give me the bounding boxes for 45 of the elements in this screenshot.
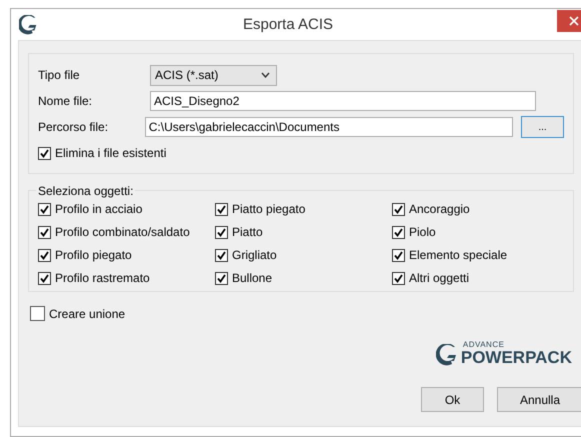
checkbox-label: Profilo rastremato [55,271,150,285]
checkbox[interactable] [215,202,228,216]
checkbox-label: Piatto [232,225,263,239]
checkbox-label: Altri oggetti [409,271,470,285]
checkbox[interactable] [38,146,51,160]
field-label: Nome file: [38,94,94,108]
checkbox-label: Ancoraggio [409,202,470,216]
chevron-down-icon [261,72,270,78]
checkbox-label: Piatto piegato [232,202,306,216]
checkbox[interactable] [30,306,45,321]
file-name-field[interactable]: ACIS_Disegno2 [150,91,536,111]
checkbox-label: Bullone [232,271,272,285]
file-path-field[interactable]: C:\Users\gabrielecaccin\Documents [144,117,514,137]
checkbox-label: Grigliato [232,248,277,262]
checkbox[interactable] [38,248,51,262]
checkbox[interactable] [215,226,228,238]
group-title: Seleziona oggetti: [36,184,136,198]
field-label: Tipo file [38,68,81,82]
close-icon [568,16,578,26]
close-button[interactable] [557,10,581,32]
checkbox[interactable] [38,202,51,216]
checkbox-label: Elimina i file esistenti [55,146,166,160]
dialog-button[interactable]: Ok [421,387,484,412]
checkbox[interactable] [392,272,405,284]
checkbox[interactable] [38,272,51,284]
checkbox-label: Profilo combinato/saldato [55,225,190,239]
file-type-dropdown[interactable]: ACIS (*.sat) [150,64,277,86]
checkbox-label: Creare unione [49,306,126,320]
dialog-button[interactable]: Annulla [497,387,581,412]
checkbox-label: Piolo [409,225,436,239]
checkbox-label: Profilo in acciaio [55,202,142,216]
checkbox[interactable] [392,226,405,238]
checkbox[interactable] [215,248,228,262]
checkbox[interactable] [392,248,405,262]
checkbox-label: Profilo piegato [55,248,132,262]
checkbox[interactable] [38,226,51,238]
checkbox[interactable] [215,272,228,284]
window-title: Esporta ACIS [242,16,334,33]
checkbox[interactable] [392,202,405,216]
brand-name: POWERPACK [460,349,572,366]
field-label: Percorso file: [38,120,110,134]
checkbox-label: Elemento speciale [409,248,508,262]
brand-subtitle: ADVANCE [462,341,506,349]
browse-button[interactable]: ... [521,116,564,138]
app-logo-icon [19,14,39,34]
